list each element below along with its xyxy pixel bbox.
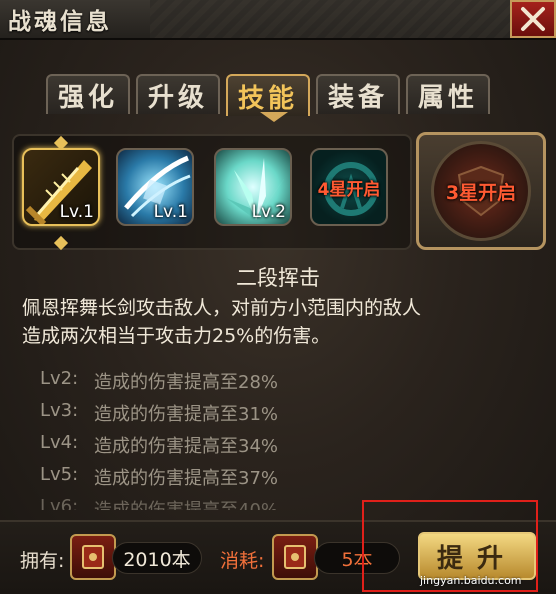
level-label: Lv6: bbox=[40, 496, 79, 510]
skill-name: 二段挥击 bbox=[236, 266, 320, 290]
level-effect-text: 造成的伤害提高至34% bbox=[94, 436, 279, 457]
owned-label: 拥有: bbox=[20, 550, 65, 572]
tab-enhance[interactable]: 强化 bbox=[46, 74, 130, 114]
tab-attributes[interactable]: 属性 bbox=[406, 74, 490, 114]
highlight-box bbox=[362, 500, 538, 592]
skill-description: 佩恩挥舞长剑攻击敌人，对前方小范围内的敌人 造成两次相当于攻击力25%的伤害。 bbox=[22, 294, 532, 350]
description-line: 佩恩挥舞长剑攻击敌人，对前方小范围内的敌人 bbox=[22, 297, 422, 319]
tab-equipment[interactable]: 装备 bbox=[316, 74, 400, 114]
tab-bar: 强化 升级 技能 装备 属性 bbox=[46, 74, 490, 116]
close-button[interactable] bbox=[510, 0, 556, 38]
skill-level: Lv.2 bbox=[251, 202, 286, 222]
special-skill-slot[interactable]: 3星开启 bbox=[416, 132, 546, 250]
active-tab-indicator bbox=[260, 112, 288, 122]
skill-level: Lv.1 bbox=[153, 202, 188, 222]
title-bar: 战魂信息 bbox=[0, 0, 556, 40]
skill-slot-2[interactable]: Lv.1 bbox=[116, 148, 194, 226]
level-effect-text: 造成的伤害提高至37% bbox=[94, 468, 279, 489]
level-label: Lv4: bbox=[40, 432, 79, 453]
lock-condition: 3星开启 bbox=[445, 181, 517, 204]
level-label: Lv2: bbox=[40, 368, 79, 389]
tab-upgrade[interactable]: 升级 bbox=[136, 74, 220, 114]
owned-value: 2010本 bbox=[112, 542, 202, 574]
close-icon bbox=[521, 7, 545, 31]
skill-slot-3[interactable]: Lv.2 bbox=[214, 148, 292, 226]
skill-book-icon bbox=[272, 534, 318, 580]
skill-bar: Lv.1 Lv.1 Lv.2 4星开启 3星开启 bbox=[6, 126, 550, 256]
skill-slot-1[interactable]: Lv.1 bbox=[22, 148, 100, 226]
skill-level: Lv.1 bbox=[59, 202, 94, 222]
level-effect-text: 造成的伤害提高至40% bbox=[94, 496, 278, 510]
book-emblem-icon bbox=[82, 545, 104, 569]
title-ornament bbox=[150, 0, 510, 38]
skill-panel: 战魂信息 强化 升级 技能 装备 属性 Lv.1 Lv.1 Lv.2 4星开启 … bbox=[0, 0, 556, 594]
description-line: 造成两次相当于攻击力25%的伤害。 bbox=[22, 325, 331, 347]
special-slot-disc: 3星开启 bbox=[431, 141, 531, 241]
level-effects-list[interactable]: Lv2: 造成的伤害提高至28% Lv3: 造成的伤害提高至31% Lv4: 造… bbox=[40, 368, 520, 510]
level-label: Lv3: bbox=[40, 400, 79, 421]
cost-label: 消耗: bbox=[220, 550, 265, 572]
window-title: 战魂信息 bbox=[8, 9, 112, 35]
skill-slot-4-locked[interactable]: 4星开启 bbox=[310, 148, 388, 226]
book-emblem-icon bbox=[284, 545, 306, 569]
tab-skills[interactable]: 技能 bbox=[226, 74, 310, 116]
skill-book-icon bbox=[70, 534, 116, 580]
level-label: Lv5: bbox=[40, 464, 79, 485]
level-effect-row: Lv3: 造成的伤害提高至31% bbox=[40, 400, 520, 432]
lock-condition: 4星开启 bbox=[317, 179, 381, 200]
level-effect-text: 造成的伤害提高至28% bbox=[94, 372, 279, 393]
level-effect-row: Lv2: 造成的伤害提高至28% bbox=[40, 368, 520, 400]
level-effect-row: Lv5: 造成的伤害提高至37% bbox=[40, 464, 520, 496]
level-effect-row: Lv4: 造成的伤害提高至34% bbox=[40, 432, 520, 464]
level-effect-text: 造成的伤害提高至31% bbox=[94, 404, 279, 425]
